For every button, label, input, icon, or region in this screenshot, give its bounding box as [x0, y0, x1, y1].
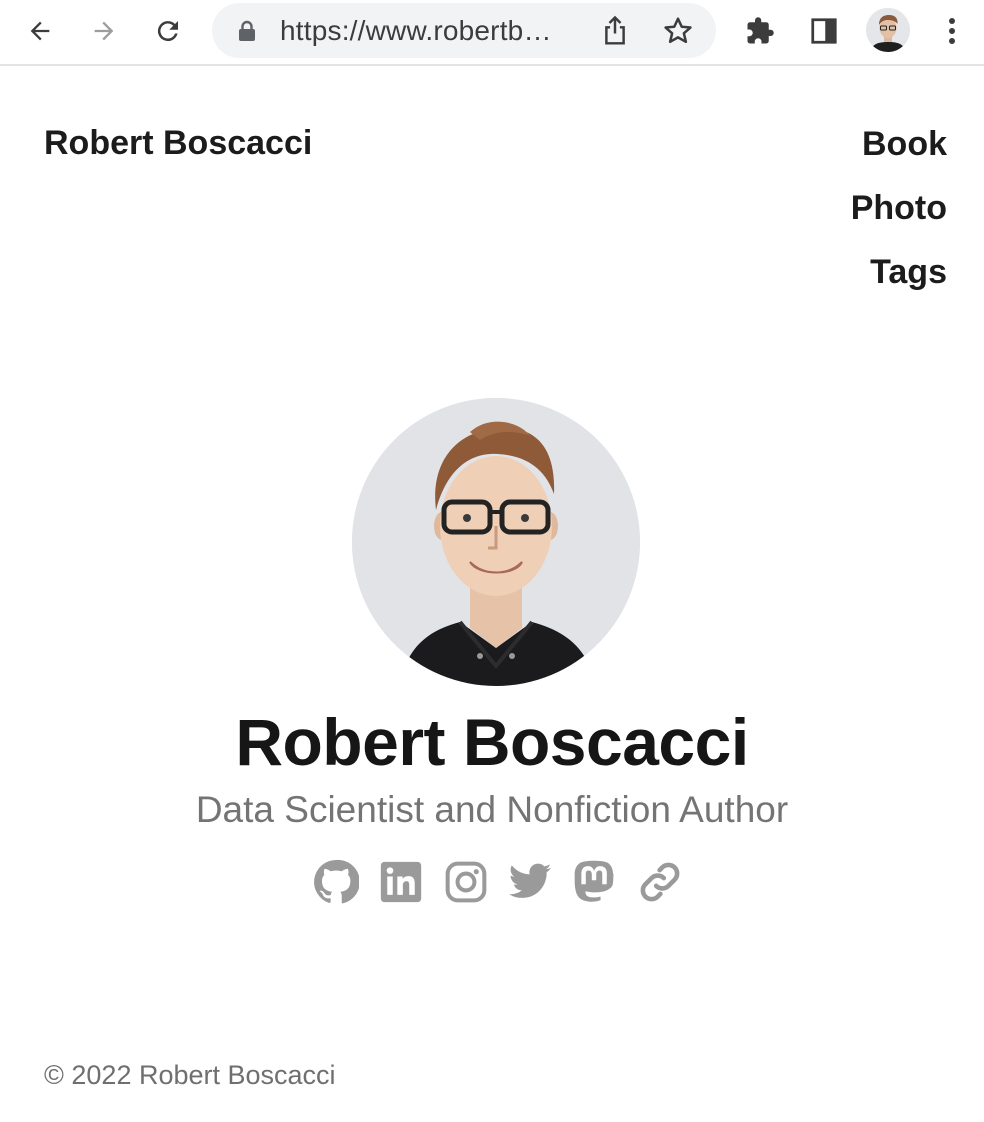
profile-photo	[352, 398, 640, 686]
mastodon-icon[interactable]	[571, 858, 619, 906]
browser-toolbar: https://www.robertb…	[0, 0, 984, 66]
star-icon[interactable]	[662, 15, 694, 52]
back-icon[interactable]	[18, 9, 62, 53]
profile-avatar[interactable]	[866, 8, 910, 52]
nav-link-tags[interactable]: Tags	[851, 252, 947, 316]
reload-icon[interactable]	[146, 9, 190, 53]
link-icon[interactable]	[636, 858, 684, 906]
forward-icon[interactable]	[82, 9, 126, 53]
instagram-icon[interactable]	[442, 858, 490, 906]
github-icon[interactable]	[312, 858, 360, 906]
nav-link-photo[interactable]: Photo	[851, 188, 947, 252]
url-text[interactable]: https://www.robertb…	[280, 15, 552, 47]
more-icon[interactable]	[930, 9, 974, 53]
site-title-link[interactable]: Robert Boscacci	[44, 124, 312, 163]
social-links	[312, 858, 684, 906]
footer-copyright: © 2022 Robert Boscacci	[44, 1060, 336, 1090]
nav-link-book[interactable]: Book	[851, 124, 947, 188]
hero-name: Robert Boscacci	[235, 705, 749, 779]
twitter-icon[interactable]	[506, 858, 554, 906]
address-bar[interactable]: https://www.robertb…	[212, 3, 716, 58]
main-nav: Book Photo Tags	[851, 124, 947, 316]
hero-subtitle: Data Scientist and Nonfiction Author	[195, 789, 789, 830]
extensions-icon[interactable]	[738, 9, 782, 53]
side-panel-icon[interactable]	[802, 9, 846, 53]
lock-icon[interactable]	[238, 20, 256, 47]
linkedin-icon[interactable]	[377, 858, 425, 906]
share-icon[interactable]	[600, 15, 630, 52]
